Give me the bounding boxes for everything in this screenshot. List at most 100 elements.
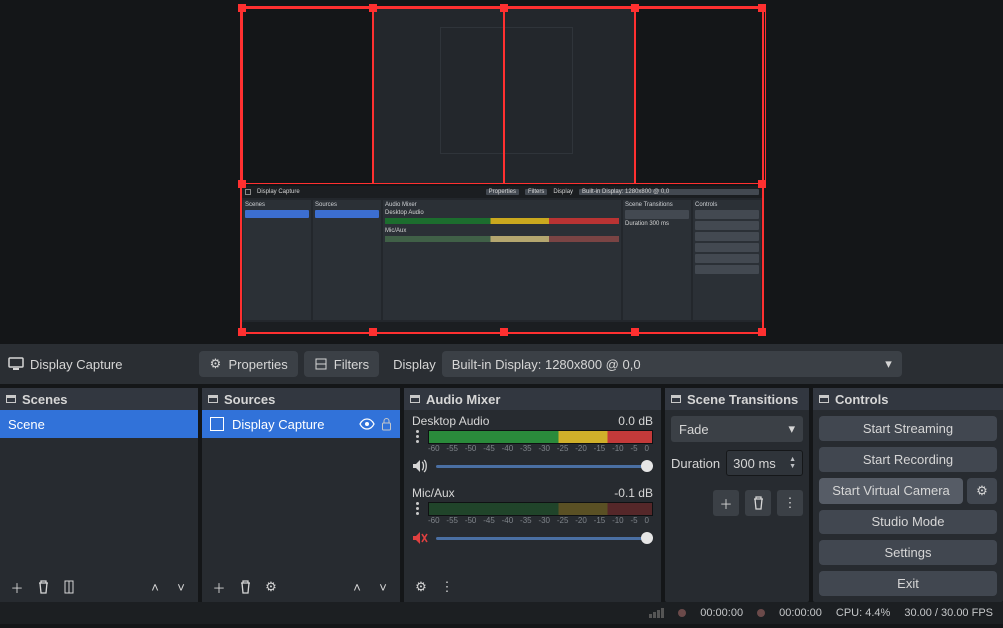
status-bar: 00:00:00 00:00:00 CPU: 4.4% 30.00 / 30.0… <box>0 602 1003 624</box>
remove-source-button[interactable] <box>232 574 258 600</box>
scenes-title: Scenes <box>22 392 68 407</box>
add-scene-button[interactable]: ＋ <box>4 574 30 600</box>
duration-value: 300 ms <box>733 456 776 471</box>
trash-icon <box>37 580 50 594</box>
chevron-up-icon: ˄ <box>151 580 159 595</box>
dock-icon <box>208 395 218 403</box>
transition-value: Fade <box>679 422 709 437</box>
channel-menu-button[interactable] <box>412 502 422 515</box>
start-virtual-camera-button[interactable]: Start Virtual Camera <box>819 478 963 504</box>
move-source-up-button[interactable]: ˄ <box>344 574 370 600</box>
channel-menu-button[interactable] <box>412 430 422 443</box>
settings-button[interactable]: Settings <box>819 540 997 565</box>
transition-select[interactable]: Fade ▾ <box>671 416 803 442</box>
duration-spinbox[interactable]: 300 ms ▲▼ <box>726 450 803 476</box>
channel-name: Mic/Aux <box>412 486 455 500</box>
properties-label: Properties <box>229 357 288 372</box>
stream-time: 00:00:00 <box>700 607 743 619</box>
remove-scene-button[interactable] <box>30 574 56 600</box>
add-source-button[interactable]: ＋ <box>206 574 232 600</box>
chevron-down-icon: ˅ <box>177 580 185 595</box>
plus-icon: ＋ <box>719 494 732 513</box>
dock-icon <box>671 395 681 403</box>
meter-ticks: -60-55-50-45-40-35-30-25-20-15-10-50 <box>428 516 649 528</box>
scene-item-label: Scene <box>8 417 45 432</box>
chevron-up-icon: ˄ <box>353 580 361 595</box>
move-scene-up-button[interactable]: ˄ <box>142 574 168 600</box>
plus-icon: ＋ <box>212 578 225 597</box>
trash-icon <box>752 496 765 510</box>
controls-title: Controls <box>835 392 888 407</box>
monitor-icon <box>8 357 24 371</box>
mixer-menu-button[interactable]: ⋮ <box>434 574 460 600</box>
remove-transition-button[interactable] <box>745 490 771 516</box>
source-item-label: Display Capture <box>232 417 325 432</box>
trash-icon <box>239 580 252 594</box>
display-label: Display <box>393 357 436 372</box>
controls-panel: Controls Start Streaming Start Recording… <box>813 388 1003 602</box>
cpu-usage: CPU: 4.4% <box>836 607 890 619</box>
chevron-down-icon: ˅ <box>379 580 387 595</box>
display-value: Built-in Display: 1280x800 @ 0,0 <box>452 357 641 372</box>
preview-canvas[interactable]: Display Capture Properties Filters Displ… <box>0 0 1003 344</box>
channel-meter <box>428 430 653 444</box>
source-toolbar: Display Capture ⚙ Properties Filters Dis… <box>0 344 1003 384</box>
monitor-icon <box>210 417 224 431</box>
move-source-down-button[interactable]: ˅ <box>370 574 396 600</box>
speaker-muted-icon[interactable] <box>412 530 428 546</box>
duration-label: Duration <box>671 456 720 471</box>
display-select[interactable]: Built-in Display: 1280x800 @ 0,0 ▾ <box>442 351 902 377</box>
volume-slider[interactable] <box>436 465 653 468</box>
move-scene-down-button[interactable]: ˅ <box>168 574 194 600</box>
virtual-camera-settings-button[interactable]: ⚙ <box>967 478 997 504</box>
gear-icon: ⚙ <box>209 357 223 371</box>
audio-mixer-panel: Audio Mixer Desktop Audio 0.0 dB -60-55-… <box>404 388 661 602</box>
speaker-icon[interactable] <box>412 458 428 474</box>
channel-meter <box>428 502 653 516</box>
properties-button[interactable]: ⚙ Properties <box>199 351 298 377</box>
eye-icon[interactable] <box>359 418 375 430</box>
filters-button[interactable]: Filters <box>304 351 379 377</box>
exit-button[interactable]: Exit <box>819 571 997 596</box>
start-streaming-button[interactable]: Start Streaming <box>819 416 997 441</box>
meter-ticks: -60-55-50-45-40-35-30-25-20-15-10-50 <box>428 444 649 456</box>
scene-filters-button[interactable] <box>56 574 82 600</box>
spin-down-icon[interactable]: ▼ <box>789 463 796 470</box>
sources-title: Sources <box>224 392 275 407</box>
spin-up-icon[interactable]: ▲ <box>789 456 796 463</box>
channel-db: -0.1 dB <box>614 486 653 500</box>
mixer-channel-desktop: Desktop Audio 0.0 dB -60-55-50-45-40-35-… <box>404 410 661 482</box>
signal-icon <box>649 608 664 618</box>
channel-db: 0.0 dB <box>618 414 653 428</box>
filter-icon <box>314 357 328 371</box>
record-time: 00:00:00 <box>779 607 822 619</box>
chevron-down-icon: ▾ <box>885 356 892 372</box>
gear-icon: ⚙ <box>415 579 427 595</box>
start-recording-button[interactable]: Start Recording <box>819 447 997 472</box>
mixer-settings-button[interactable]: ⚙ <box>408 574 434 600</box>
studio-mode-button[interactable]: Studio Mode <box>819 510 997 535</box>
lock-icon[interactable] <box>381 418 392 431</box>
mixer-title: Audio Mixer <box>426 392 500 407</box>
source-selection-outline[interactable] <box>240 6 764 334</box>
kebab-icon: ⋮ <box>441 579 454 595</box>
selected-source-name: Display Capture <box>30 357 123 372</box>
volume-slider[interactable] <box>436 537 653 540</box>
transition-menu-button[interactable]: ⋮ <box>777 490 803 516</box>
plus-icon: ＋ <box>10 578 23 597</box>
sources-panel: Sources Display Capture ＋ <box>202 388 400 602</box>
filters-label: Filters <box>334 357 369 372</box>
chevron-down-icon: ▾ <box>788 421 795 437</box>
kebab-icon: ⋮ <box>784 495 797 511</box>
add-transition-button[interactable]: ＋ <box>713 490 739 516</box>
gear-icon: ⚙ <box>265 579 277 595</box>
record-status-dot <box>757 609 765 617</box>
dock-icon <box>6 395 16 403</box>
scene-item[interactable]: Scene <box>0 410 198 438</box>
source-item[interactable]: Display Capture <box>202 410 400 438</box>
source-properties-button[interactable]: ⚙ <box>258 574 284 600</box>
channel-name: Desktop Audio <box>412 414 489 428</box>
dock-icon <box>410 395 420 403</box>
transitions-panel: Scene Transitions Fade ▾ Duration 300 ms… <box>665 388 809 602</box>
dock-icon <box>819 395 829 403</box>
